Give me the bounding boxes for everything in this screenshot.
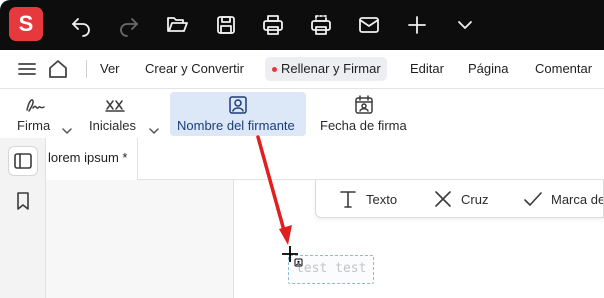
title-bar: S xyxy=(0,0,604,50)
open-folder-icon[interactable] xyxy=(163,11,191,39)
chevron-down-icon[interactable] xyxy=(149,122,159,134)
thumbnail-panel xyxy=(46,180,234,298)
text-icon xyxy=(340,191,356,208)
signature-icon xyxy=(24,95,46,115)
plus-icon[interactable] xyxy=(403,11,431,39)
anno-texto-label: Texto xyxy=(366,191,398,207)
print-icon[interactable] xyxy=(259,11,287,39)
mail-icon[interactable] xyxy=(355,11,383,39)
anno-marca-label: Marca de xyxy=(551,191,604,207)
checkmark-icon xyxy=(524,192,542,206)
redo-icon[interactable] xyxy=(115,11,143,39)
tool-nombre-del-firmante[interactable]: Nombre del firmante xyxy=(170,92,306,136)
tool-firma-label: Firma xyxy=(17,118,51,133)
anno-marca[interactable]: Marca de xyxy=(523,188,604,210)
hamburger-menu-icon[interactable] xyxy=(17,59,37,79)
tool-fecha-label: Fecha de firma xyxy=(320,118,407,133)
menu-pagina[interactable]: Página xyxy=(468,57,508,81)
menu-divider xyxy=(86,60,87,78)
print-preview-icon[interactable] xyxy=(307,11,335,39)
document-tab[interactable]: lorem ipsum * xyxy=(46,138,138,180)
calendar-user-icon xyxy=(353,95,375,115)
app-logo[interactable]: S xyxy=(9,7,43,41)
fill-sign-toolbar: Firma Iniciales Nombre del firmante Fech… xyxy=(0,88,604,138)
save-icon[interactable] xyxy=(212,11,240,39)
menu-ver[interactable]: Ver xyxy=(100,57,120,81)
app-logo-letter: S xyxy=(18,11,34,36)
tool-iniciales-label: Iniciales xyxy=(89,118,136,133)
cross-icon xyxy=(435,191,451,207)
tool-nombre-label: Nombre del firmante xyxy=(177,118,295,133)
initials-icon xyxy=(104,95,126,115)
anno-cruz[interactable]: Cruz xyxy=(433,188,488,210)
document-tabstrip: lorem ipsum * xyxy=(46,138,604,180)
menu-comentar[interactable]: Comentar xyxy=(535,57,592,81)
user-card-icon xyxy=(227,95,249,115)
menu-bar: Ver Crear y Convertir Rellenar y Firmar … xyxy=(0,50,604,88)
tool-firma[interactable]: Firma xyxy=(14,92,76,136)
menu-editar[interactable]: Editar xyxy=(410,57,444,81)
tool-iniciales[interactable]: Iniciales xyxy=(86,92,164,136)
undo-icon[interactable] xyxy=(67,11,95,39)
tool-fecha-de-firma[interactable]: Fecha de firma xyxy=(316,92,416,136)
bookmark-icon[interactable] xyxy=(8,186,38,216)
anno-texto[interactable]: Texto xyxy=(338,188,397,210)
menu-crear-y-convertir[interactable]: Crear y Convertir xyxy=(145,57,244,81)
panel-toggle-icon[interactable] xyxy=(8,146,38,176)
chevron-down-icon[interactable] xyxy=(62,122,72,134)
home-icon[interactable] xyxy=(47,58,69,80)
annotation-toolbar: Texto Cruz Marca de xyxy=(315,180,604,218)
menu-rellenar-y-firmar[interactable]: Rellenar y Firmar xyxy=(265,57,387,81)
crosshair-cursor-icon xyxy=(282,246,303,267)
left-sidebar xyxy=(0,138,46,298)
chevron-down-icon[interactable] xyxy=(451,11,479,39)
anno-cruz-label: Cruz xyxy=(461,191,489,207)
